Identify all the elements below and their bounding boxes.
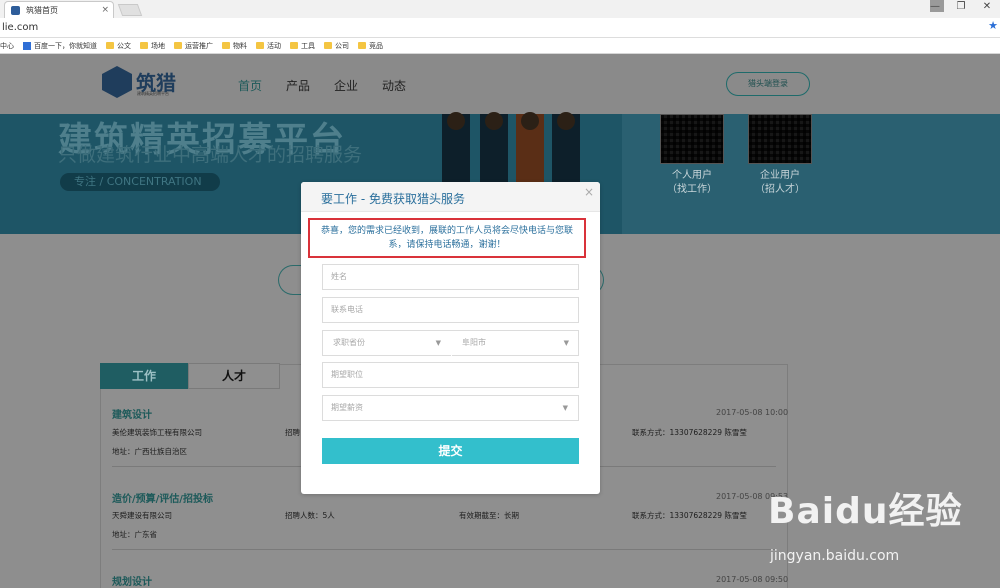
job-recruit-count: 招聘人数：5人 [285, 511, 335, 520]
job-address: 地址：广东省 [112, 530, 157, 539]
modal-title: 要工作 - 免费获取猎头服务 [321, 192, 465, 206]
folder-icon [140, 42, 148, 49]
nav-home[interactable]: 首页 [238, 77, 262, 94]
window-controls: — ❐ ✕ [922, 1, 1000, 12]
browser-tabstrip: 筑猎首页 × — ❐ ✕ [0, 0, 1000, 18]
phone-input[interactable]: 联系电话 [322, 297, 579, 323]
chevron-down-icon: ▼ [435, 339, 441, 347]
address-text[interactable]: lie.com [2, 22, 38, 33]
nav-news[interactable]: 动态 [382, 77, 406, 94]
folder-icon [256, 42, 264, 49]
baidu-icon [23, 41, 31, 50]
chevron-down-icon: ▼ [562, 404, 568, 412]
qr-label-personal: 个人用户 （找工作） [667, 170, 717, 195]
modal-header: 要工作 - 免费获取猎头服务 × [301, 182, 600, 212]
location-select-group: 求职省份 ▼ 阜阳市 ▼ [322, 330, 579, 357]
qr-label-enterprise: 企业用户 （招人才） [755, 170, 805, 195]
folder-icon [290, 42, 298, 49]
salary-select[interactable]: 期望薪资 ▼ [322, 395, 579, 421]
job-date: 2017-05-08 09:50 [716, 575, 789, 584]
site-favicon-icon [11, 5, 20, 15]
job-contact: 联系方式：13307628229 陈雪莹 [632, 428, 747, 437]
tab-title: 筑猎首页 [26, 5, 58, 15]
personal-qr-code [660, 114, 724, 164]
close-window-button[interactable]: ✕ [974, 1, 1000, 12]
job-company: 美伦建筑装饰工程有限公司 [112, 428, 202, 437]
main-nav: 首页 产品 企业 动态 [238, 77, 430, 94]
logo-icon[interactable] [102, 66, 132, 98]
bookmark-folder[interactable]: 公司 [324, 41, 349, 51]
folder-icon [174, 42, 182, 49]
browser-tab[interactable]: 筑猎首页 × [4, 1, 114, 18]
headhunter-login-button[interactable]: 猎头端登录 [726, 72, 810, 96]
banner-subtitle: 只做建筑行业中高端人才的招聘服务 [58, 144, 363, 166]
tab-talent[interactable]: 人才 [188, 363, 280, 389]
tab-jobs[interactable]: 工作 [100, 363, 188, 389]
concentration-badge: 专注 / CONCENTRATION [60, 173, 220, 191]
restore-button[interactable]: ❐ [948, 1, 974, 12]
job-request-modal: 要工作 - 免费获取猎头服务 × 恭喜，您的需求已经收到，展联的工作人员将会尽快… [301, 182, 600, 494]
success-notice: 恭喜，您的需求已经收到，展联的工作人员将会尽快电话与您联系，请保持电话畅通，谢谢… [308, 218, 586, 258]
job-validity: 有效期截至：长期 [459, 511, 519, 520]
city-select[interactable]: 阜阳市 ▼ [451, 331, 579, 357]
bookmark-folder[interactable]: 竞品 [358, 41, 383, 51]
job-title[interactable]: 建筑设计 [112, 406, 152, 421]
job-date: 2017-05-08 10:00 [716, 408, 789, 417]
bookmark-folder[interactable]: 运营推广 [174, 41, 213, 51]
bookmark-folder[interactable]: 场地 [140, 41, 165, 51]
nav-products[interactable]: 产品 [286, 77, 310, 94]
job-recruit-count: 招聘 [285, 428, 300, 437]
bookmark-folder[interactable]: 公文 [106, 41, 131, 51]
job-title[interactable]: 规划设计 [112, 573, 152, 588]
bookmark-item[interactable]: 中心 [0, 41, 14, 51]
folder-icon [358, 42, 366, 49]
bookmark-folder[interactable]: 物料 [222, 41, 247, 51]
chevron-down-icon: ▼ [563, 339, 569, 347]
close-icon[interactable]: × [584, 185, 594, 199]
folder-icon [222, 42, 230, 49]
bookmark-item[interactable]: 百度一下，你就知道 [23, 41, 97, 51]
folder-icon [324, 42, 332, 49]
job-company: 天舜建设有限公司 [112, 511, 172, 520]
new-tab-button[interactable] [117, 4, 143, 16]
bookmark-folder[interactable]: 工具 [290, 41, 315, 51]
tab-close-icon[interactable]: × [101, 5, 109, 15]
baidu-jingyan-watermark: Baidu经验 [768, 491, 963, 532]
job-contact: 联系方式：13307628229 陈雪莹 [632, 511, 747, 520]
divider [112, 549, 776, 550]
watermark-url: jingyan.baidu.com [770, 548, 900, 564]
province-select[interactable]: 求职省份 ▼ [323, 331, 451, 357]
logo-subtitle: 建筑精英招聘平台 [137, 91, 169, 96]
job-address: 地址：广西壮族自治区 [112, 447, 187, 456]
bookmark-folder[interactable]: 活动 [256, 41, 281, 51]
enterprise-qr-code [748, 114, 812, 164]
bookmarks-bar: 中心 百度一下，你就知道 公文 场地 运营推广 物料 活动 工具 公司 竞品 [0, 38, 1000, 54]
position-input[interactable]: 期望职位 [322, 362, 579, 388]
address-bar[interactable]: lie.com [0, 18, 1000, 38]
folder-icon [106, 42, 114, 49]
name-input[interactable]: 姓名 [322, 264, 579, 290]
bookmark-star-icon[interactable]: ★ [988, 19, 998, 32]
job-title[interactable]: 造价/预算/评估/招投标 [112, 490, 213, 505]
nav-enterprise[interactable]: 企业 [334, 77, 358, 94]
submit-button[interactable]: 提交 [322, 438, 579, 464]
minimize-button[interactable]: — [922, 1, 948, 12]
site-navbar: 筑猎 建筑精英招聘平台 首页 产品 企业 动态 猎头端登录 [0, 54, 1000, 114]
